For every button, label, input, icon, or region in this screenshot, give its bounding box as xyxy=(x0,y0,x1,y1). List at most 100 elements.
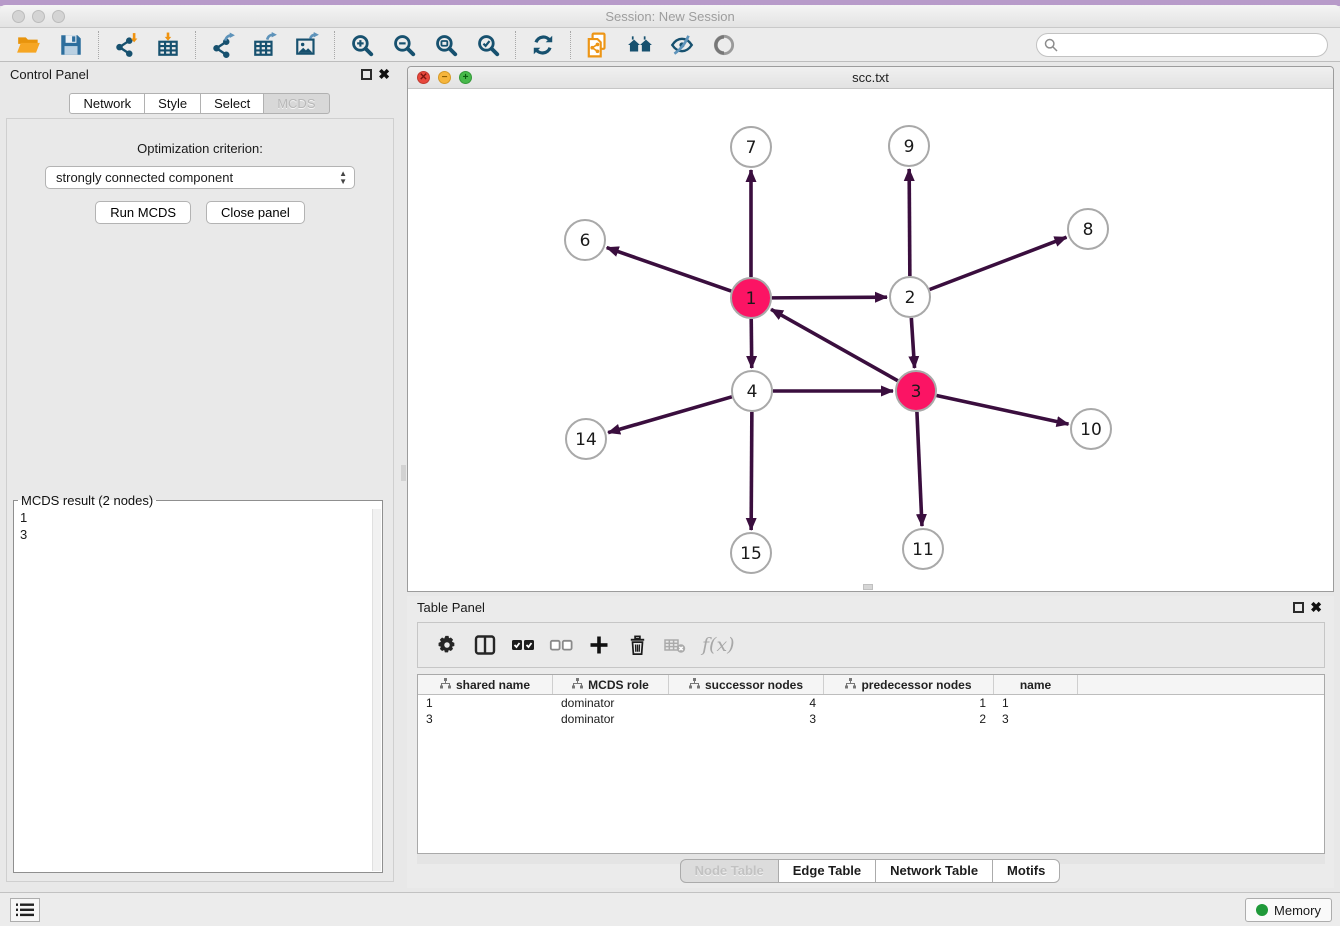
tab-edge-table[interactable]: Edge Table xyxy=(778,859,876,883)
mcds-panel: Optimization criterion: strongly connect… xyxy=(6,118,394,882)
select-stepper-icon: ▲▼ xyxy=(339,170,347,186)
table-cell[interactable]: 2 xyxy=(824,711,994,727)
toolbar-separator xyxy=(195,31,196,59)
zoom-out-icon[interactable] xyxy=(389,31,419,59)
search-input[interactable] xyxy=(1036,33,1328,57)
mcds-result-line: 3 xyxy=(20,526,366,543)
table-cell[interactable]: 3 xyxy=(418,711,553,727)
show-panel-eye-icon[interactable] xyxy=(709,31,739,59)
edge-2-9[interactable] xyxy=(909,169,910,276)
network-title: scc.txt xyxy=(408,70,1333,85)
tab-motifs[interactable]: Motifs xyxy=(992,859,1060,883)
tab-network-table[interactable]: Network Table xyxy=(875,859,993,883)
optimization-criterion-select[interactable]: strongly connected component ▲▼ xyxy=(45,166,355,189)
tab-select[interactable]: Select xyxy=(200,93,264,114)
column-header-shared-name[interactable]: shared name xyxy=(418,675,553,694)
close-panel-icon[interactable]: ✖ xyxy=(378,66,390,83)
column-header-successor-nodes[interactable]: successor nodes xyxy=(669,675,824,694)
column-header-name[interactable]: name xyxy=(994,675,1078,694)
graph-node-label-4: 4 xyxy=(747,382,758,402)
table-cell[interactable]: 1 xyxy=(824,695,994,711)
h-scrollbar-thumb[interactable] xyxy=(863,584,873,590)
column-header-label: successor nodes xyxy=(705,678,803,692)
table-cell[interactable]: dominator xyxy=(553,711,669,727)
edge-3-10[interactable] xyxy=(937,395,1069,424)
close-panel-button[interactable]: Close panel xyxy=(206,201,305,224)
save-session-icon[interactable] xyxy=(56,31,86,59)
table-row[interactable]: 3dominator323 xyxy=(418,711,1324,727)
list-icon xyxy=(16,903,34,917)
edge-3-11[interactable] xyxy=(917,412,922,526)
zoom-fit-icon[interactable] xyxy=(431,31,461,59)
column-header-MCDS-role[interactable]: MCDS role xyxy=(553,675,669,694)
export-table-icon[interactable] xyxy=(250,31,280,59)
status-bar: Memory xyxy=(0,892,1340,926)
graph-node-label-15: 15 xyxy=(740,544,762,564)
column-type-icon xyxy=(572,678,583,692)
edge-3-1[interactable] xyxy=(771,309,898,380)
graph-node-label-2: 2 xyxy=(905,288,916,308)
home-networks-icon[interactable] xyxy=(625,31,655,59)
panel-splitter[interactable] xyxy=(400,63,407,892)
import-table-icon[interactable] xyxy=(153,31,183,59)
column-layout-icon[interactable] xyxy=(472,632,498,658)
import-network-icon[interactable] xyxy=(111,31,141,59)
graph-node-label-3: 3 xyxy=(911,382,922,402)
table-row[interactable]: 1dominator411 xyxy=(418,695,1324,711)
graph-node-label-10: 10 xyxy=(1080,420,1102,440)
zoom-in-icon[interactable] xyxy=(347,31,377,59)
table-cell[interactable]: dominator xyxy=(553,695,669,711)
mcds-result-list[interactable]: 13 xyxy=(14,508,372,872)
edge-1-6[interactable] xyxy=(607,248,731,291)
edge-2-3[interactable] xyxy=(911,318,914,368)
table-cell[interactable]: 3 xyxy=(994,711,1078,727)
deselect-all-checks-icon[interactable] xyxy=(548,632,574,658)
tab-style[interactable]: Style xyxy=(144,93,201,114)
table-panel-title: Table Panel xyxy=(417,600,485,615)
float-table-panel-icon[interactable] xyxy=(1293,602,1304,613)
open-session-icon[interactable] xyxy=(14,31,44,59)
tab-network[interactable]: Network xyxy=(69,93,145,114)
graph-node-label-9: 9 xyxy=(904,137,915,157)
column-type-icon xyxy=(845,678,856,692)
hide-panel-eye-icon[interactable] xyxy=(667,31,697,59)
run-mcds-button[interactable]: Run MCDS xyxy=(95,201,191,224)
add-column-icon[interactable] xyxy=(586,632,612,658)
edge-2-8[interactable] xyxy=(930,237,1067,289)
task-history-button[interactable] xyxy=(10,898,40,922)
column-header-predecessor-nodes[interactable]: predecessor nodes xyxy=(824,675,994,694)
column-header-label: name xyxy=(1020,678,1051,692)
table-cell[interactable]: 3 xyxy=(669,711,824,727)
close-table-panel-icon[interactable]: ✖ xyxy=(1310,599,1322,616)
graph-node-label-11: 11 xyxy=(912,540,934,560)
network-document-icon[interactable] xyxy=(583,31,613,59)
delete-column-icon[interactable] xyxy=(624,632,650,658)
network-canvas[interactable]: 7968124314101511 xyxy=(408,89,1333,591)
edge-1-2[interactable] xyxy=(772,297,887,298)
graph-node-label-8: 8 xyxy=(1083,220,1094,240)
zoom-selected-icon[interactable] xyxy=(473,31,503,59)
control-panel-tabs: NetworkStyleSelectMCDS xyxy=(0,93,400,114)
float-panel-icon[interactable] xyxy=(361,69,372,80)
export-network-icon[interactable] xyxy=(208,31,238,59)
select-all-checks-icon[interactable] xyxy=(510,632,536,658)
mcds-result-title: MCDS result (2 nodes) xyxy=(18,493,156,508)
network-window-titlebar[interactable]: ✕ − + scc.txt xyxy=(408,67,1333,89)
edge-1-4[interactable] xyxy=(751,319,752,368)
settings-gear-icon[interactable] xyxy=(434,632,460,658)
memory-button[interactable]: Memory xyxy=(1245,898,1332,922)
table-cell[interactable]: 1 xyxy=(418,695,553,711)
search-icon xyxy=(1044,38,1058,57)
table-toolbar: f(x) xyxy=(417,622,1325,668)
result-scrollbar[interactable] xyxy=(372,509,381,871)
column-header-label: predecessor nodes xyxy=(861,678,971,692)
tab-mcds[interactable]: MCDS xyxy=(263,93,329,114)
table-cell[interactable]: 4 xyxy=(669,695,824,711)
edge-4-15[interactable] xyxy=(751,412,752,530)
table-cell[interactable]: 1 xyxy=(994,695,1078,711)
edge-4-14[interactable] xyxy=(608,397,732,433)
node-table-body: 1dominator4113dominator323 xyxy=(418,695,1324,727)
export-image-icon[interactable] xyxy=(292,31,322,59)
tab-node-table[interactable]: Node Table xyxy=(680,859,779,883)
refresh-layout-icon[interactable] xyxy=(528,31,558,59)
